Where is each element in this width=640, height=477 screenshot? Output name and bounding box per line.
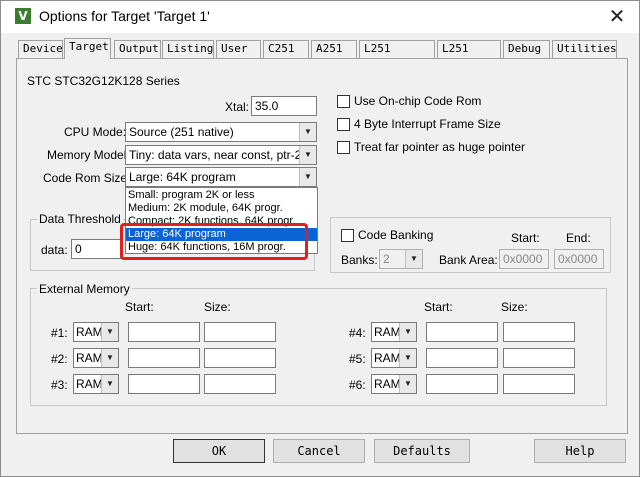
device-name: STC STC32G12K128 Series [27, 74, 180, 88]
code-rom-size-select[interactable]: Large: 64K program ▼ [125, 167, 317, 187]
far-pointer-label: Treat far pointer as huge pointer [354, 140, 525, 154]
ext-mem-row-5-start[interactable] [426, 348, 498, 368]
chevron-down-icon: ▼ [399, 375, 416, 393]
ext-mem-row-6-label: #6: [349, 378, 366, 392]
bank-area-end-input[interactable]: 0x0000 [554, 249, 604, 269]
ext-mem-row-1-label: #1: [51, 326, 68, 340]
chevron-down-icon: ▼ [405, 250, 422, 268]
ext-mem-row-3-size[interactable] [204, 374, 276, 394]
memory-model-label: Memory Model: [47, 148, 130, 162]
chevron-down-icon: ▼ [299, 168, 316, 186]
memory-model-value: Tiny: data vars, near const, ptr-2 [129, 148, 302, 162]
help-button[interactable]: Help [534, 439, 626, 463]
tab-utilities[interactable]: Utilities [552, 40, 617, 58]
use-onchip-code-rom-label: Use On-chip Code Rom [354, 94, 482, 108]
cpu-mode-select[interactable]: Source (251 native) ▼ [125, 122, 317, 142]
ext-mem-row-5-type[interactable]: RAM ▼ [371, 348, 417, 368]
ext-mem-row-4-label: #4: [349, 326, 366, 340]
ext-mem-row-2-label: #2: [51, 352, 68, 366]
tab-user[interactable]: User [216, 40, 261, 58]
options-dialog: V Options for Target 'Target 1' ✕ Device… [0, 0, 640, 477]
xtal-label: Xtal: [225, 100, 250, 114]
data-threshold-data-label: data: [41, 243, 68, 257]
tab-debug[interactable]: Debug [503, 40, 550, 58]
chevron-down-icon: ▼ [399, 323, 416, 341]
chevron-down-icon: ▼ [399, 349, 416, 367]
cpu-mode-value: Source (251 native) [129, 125, 234, 139]
code-rom-size-label: Code Rom Size: [43, 171, 131, 185]
title-bar: V Options for Target 'Target 1' ✕ [1, 1, 639, 33]
chevron-down-icon: ▼ [101, 323, 118, 341]
ext-mem-size-label-right: Size: [501, 300, 528, 314]
code-banking-label: Code Banking [358, 228, 434, 242]
ext-mem-row-4-type[interactable]: RAM ▼ [371, 322, 417, 342]
cancel-button[interactable]: Cancel [273, 439, 365, 463]
ext-mem-row-1-type[interactable]: RAM ▼ [73, 322, 119, 342]
ext-mem-type-value: RAM [76, 351, 103, 365]
tab-output[interactable]: Output [114, 40, 161, 58]
ext-mem-row-3-type[interactable]: RAM ▼ [73, 374, 119, 394]
tab-listing[interactable]: Listing [162, 40, 214, 58]
ext-mem-row-5-label: #5: [349, 352, 366, 366]
chevron-down-icon: ▼ [299, 146, 316, 164]
tab-c251[interactable]: C251 [263, 40, 309, 58]
ext-mem-start-label-left: Start: [125, 300, 154, 314]
tab-l251-misc[interactable]: L251 Misc [437, 40, 501, 71]
ext-mem-type-value: RAM [76, 377, 103, 391]
bank-area-start-input[interactable]: 0x0000 [499, 249, 549, 269]
tab-device[interactable]: Device [18, 40, 63, 58]
bank-end-label: End: [566, 231, 591, 245]
data-threshold-title: Data Threshold [37, 212, 123, 226]
close-icon[interactable]: ✕ [604, 5, 630, 29]
ext-mem-row-2-start[interactable] [128, 348, 200, 368]
defaults-button[interactable]: Defaults [374, 439, 470, 463]
ext-mem-row-2-size[interactable] [204, 348, 276, 368]
uvision-app-icon: V [15, 8, 31, 24]
ext-mem-type-value: RAM [76, 325, 103, 339]
ext-mem-row-6-start[interactable] [426, 374, 498, 394]
chevron-down-icon: ▼ [101, 349, 118, 367]
ext-mem-row-6-size[interactable] [503, 374, 575, 394]
ext-mem-row-3-start[interactable] [128, 374, 200, 394]
ext-mem-size-label-left: Size: [204, 300, 231, 314]
ok-button[interactable]: OK [173, 439, 265, 463]
tab-l251-locate[interactable]: L251 Locate [359, 40, 435, 71]
ext-mem-row-5-size[interactable] [503, 348, 575, 368]
ext-mem-type-value: RAM [374, 377, 401, 391]
ext-mem-row-4-size[interactable] [503, 322, 575, 342]
dropdown-option-medium[interactable]: Medium: 2K module, 64K progr. [126, 202, 317, 215]
banks-label: Banks: [341, 253, 378, 267]
far-pointer-checkbox[interactable] [337, 141, 350, 154]
window-title: Options for Target 'Target 1' [39, 8, 210, 24]
ext-mem-row-2-type[interactable]: RAM ▼ [73, 348, 119, 368]
ext-mem-row-6-type[interactable]: RAM ▼ [371, 374, 417, 394]
cpu-mode-label: CPU Mode: [64, 125, 127, 139]
ext-mem-start-label-right: Start: [424, 300, 453, 314]
chevron-down-icon: ▼ [299, 123, 316, 141]
memory-model-select[interactable]: Tiny: data vars, near const, ptr-2 ▼ [125, 145, 317, 165]
chevron-down-icon: ▼ [101, 375, 118, 393]
use-onchip-code-rom-checkbox[interactable] [337, 95, 350, 108]
code-banking-checkbox[interactable] [341, 229, 354, 242]
bank-area-label: Bank Area: [439, 253, 498, 267]
external-memory-title: External Memory [37, 282, 132, 296]
dropdown-option-small[interactable]: Small: program 2K or less [126, 189, 317, 202]
ext-mem-row-4-start[interactable] [426, 322, 498, 342]
ext-mem-type-value: RAM [374, 325, 401, 339]
banks-select[interactable]: 2 ▼ [379, 249, 423, 269]
annotation-highlight-box [120, 223, 308, 260]
interrupt-frame-label: 4 Byte Interrupt Frame Size [354, 117, 501, 131]
ext-mem-type-value: RAM [374, 351, 401, 365]
banks-value: 2 [383, 252, 390, 266]
tab-a251[interactable]: A251 [311, 40, 357, 58]
data-threshold-input[interactable]: 0 [71, 239, 121, 259]
bank-start-label: Start: [511, 231, 540, 245]
ext-mem-row-3-label: #3: [51, 378, 68, 392]
code-rom-size-value: Large: 64K program [129, 170, 236, 184]
interrupt-frame-checkbox[interactable] [337, 118, 350, 131]
ext-mem-row-1-size[interactable] [204, 322, 276, 342]
xtal-input[interactable]: 35.0 [251, 96, 317, 116]
ext-mem-row-1-start[interactable] [128, 322, 200, 342]
tab-target[interactable]: Target [64, 38, 111, 59]
